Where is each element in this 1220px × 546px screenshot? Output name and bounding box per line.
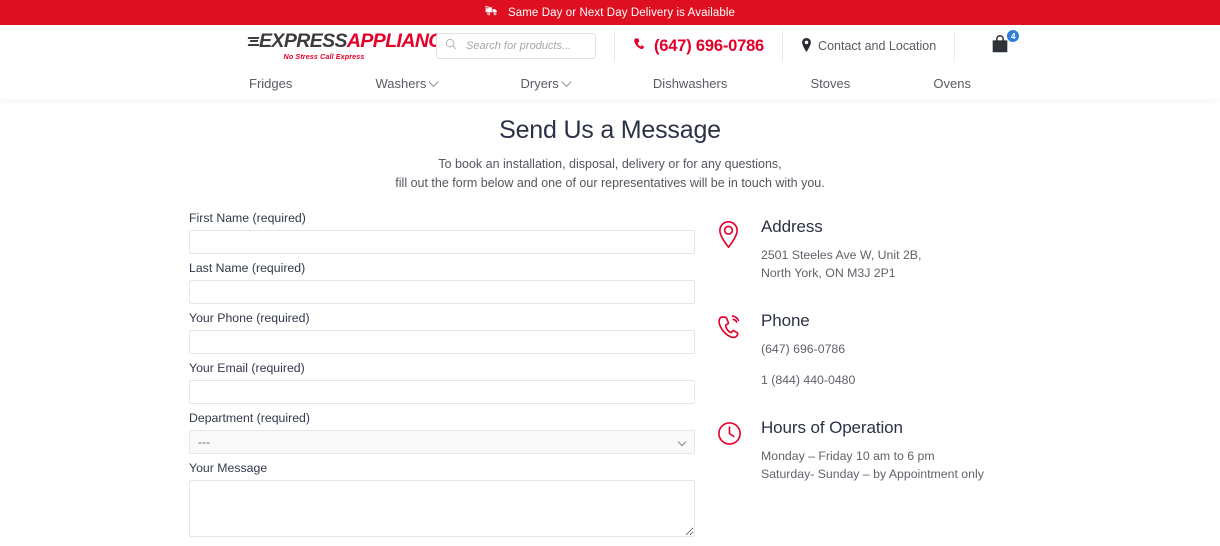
- header-divider-3: [954, 30, 956, 62]
- nav-label: Dryers: [520, 75, 559, 91]
- field-your-message: Your Message: [189, 461, 695, 537]
- page-content: Send Us a Message To book an installatio…: [0, 99, 1220, 546]
- content-row: First Name (required) Last Name (require…: [0, 193, 1220, 546]
- department-select[interactable]: ---: [189, 430, 695, 454]
- last-name-input[interactable]: [189, 280, 695, 304]
- address-title: Address: [761, 217, 823, 236]
- info-block-address: Address 2501 Steeles Ave W, Unit 2B, Nor…: [717, 217, 1037, 282]
- phone-line-1[interactable]: (647) 696-0786: [761, 340, 855, 358]
- your-email-input[interactable]: [189, 380, 695, 404]
- page-subtitle-line-1: To book an installation, disposal, deliv…: [438, 157, 782, 171]
- search-icon: [445, 37, 457, 55]
- nav-label: Ovens: [933, 75, 971, 91]
- address-line-2: North York, ON M3J 2P1: [761, 266, 896, 280]
- contact-form: First Name (required) Last Name (require…: [189, 211, 695, 546]
- promo-text: Same Day or Next Day Delivery is Availab…: [507, 6, 736, 19]
- your-phone-input[interactable]: [189, 330, 695, 354]
- info-block-hours: Hours of Operation Monday – Friday 10 am…: [717, 418, 1037, 483]
- phone-icon: [633, 37, 647, 56]
- nav-item-stoves[interactable]: Stoves: [811, 76, 851, 91]
- hours-line-2: Saturday- Sunday – by Appointment only: [761, 467, 984, 481]
- first-name-label: First Name (required): [189, 211, 306, 225]
- field-last-name: Last Name (required): [189, 261, 695, 304]
- field-department: Department (required) ---: [189, 411, 695, 454]
- nav-item-washers[interactable]: Washers: [375, 75, 439, 91]
- logo-tagline: No Stress Call Express: [283, 52, 365, 62]
- map-pin-icon: [801, 37, 812, 55]
- address-line-1: 2501 Steeles Ave W, Unit 2B,: [761, 248, 922, 262]
- site-logo[interactable]: EXPRESSAPPLIANCES No Stress Call Express: [247, 29, 467, 62]
- contact-and-location-link[interactable]: Contact and Location: [801, 37, 937, 55]
- contact-and-location-label: Contact and Location: [818, 39, 937, 53]
- your-message-textarea[interactable]: [189, 480, 695, 537]
- nav-label: Fridges: [249, 75, 293, 91]
- info-text-address: Address 2501 Steeles Ave W, Unit 2B, Nor…: [761, 217, 921, 282]
- nav-label: Stoves: [810, 75, 851, 91]
- nav-item-ovens[interactable]: Ovens: [933, 76, 971, 91]
- phone-line-2[interactable]: 1 (844) 440-0480: [761, 371, 855, 389]
- nav-label: Washers: [375, 75, 427, 91]
- nav-item-dishwashers[interactable]: Dishwashers: [653, 76, 727, 91]
- hours-line-1: Monday – Friday 10 am to 6 pm: [761, 449, 935, 463]
- your-email-label: Your Email (required): [189, 361, 305, 375]
- header-phone-link[interactable]: (647) 696-0786: [633, 37, 764, 56]
- logo-primary-text: EXPRESS: [259, 29, 348, 52]
- department-label: Department (required): [189, 411, 310, 425]
- info-text-hours: Hours of Operation Monday – Friday 10 am…: [761, 418, 984, 483]
- nav-label: Dishwashers: [652, 75, 728, 91]
- nav-item-fridges[interactable]: Fridges: [249, 76, 292, 91]
- field-your-email: Your Email (required): [189, 361, 695, 404]
- department-select-wrap: ---: [189, 430, 695, 454]
- logo-speed-lines-icon: [247, 35, 260, 48]
- chevron-down-icon: [561, 76, 572, 87]
- delivery-truck-icon: [484, 4, 500, 22]
- page-subtitle-line-2: fill out the form below and one of our r…: [395, 176, 825, 190]
- hours-title: Hours of Operation: [761, 418, 903, 437]
- search-box[interactable]: [436, 33, 596, 59]
- phone-ring-icon: [717, 311, 743, 389]
- page-subtitle: To book an installation, disposal, deliv…: [0, 155, 1220, 193]
- info-text-phone: Phone (647) 696-0786 1 (844) 440-0480: [761, 311, 855, 389]
- promo-banner: Same Day or Next Day Delivery is Availab…: [0, 0, 1220, 25]
- header-phone-number: (647) 696-0786: [654, 36, 765, 55]
- page-title: Send Us a Message: [499, 116, 721, 144]
- shopping-bag-icon: [989, 35, 1011, 59]
- chevron-down-icon: [428, 76, 439, 87]
- first-name-input[interactable]: [189, 230, 695, 254]
- search-input[interactable]: [464, 39, 587, 53]
- main-navigation: Fridges Washers Dryers Dishwashers Stove…: [0, 67, 1220, 99]
- your-phone-label: Your Phone (required): [189, 311, 310, 325]
- contact-info-column: Address 2501 Steeles Ave W, Unit 2B, Nor…: [717, 211, 1037, 546]
- nav-list: Fridges Washers Dryers Dishwashers Stove…: [225, 76, 995, 91]
- your-message-label: Your Message: [189, 461, 268, 475]
- last-name-label: Last Name (required): [189, 261, 306, 275]
- site-header: EXPRESSAPPLIANCES No Stress Call Express…: [0, 25, 1220, 67]
- cart-count-badge: 4: [1006, 29, 1021, 43]
- clock-icon: [717, 418, 743, 483]
- header-divider-2: [782, 30, 784, 62]
- map-pin-icon: [717, 217, 743, 282]
- cart-button[interactable]: 4: [989, 29, 1021, 59]
- header-divider-1: [614, 30, 615, 62]
- field-first-name: First Name (required): [189, 211, 695, 254]
- field-your-phone: Your Phone (required): [189, 311, 695, 354]
- phone-title: Phone: [761, 311, 810, 330]
- nav-item-dryers[interactable]: Dryers: [520, 75, 572, 91]
- info-block-phone: Phone (647) 696-0786 1 (844) 440-0480: [717, 311, 1037, 389]
